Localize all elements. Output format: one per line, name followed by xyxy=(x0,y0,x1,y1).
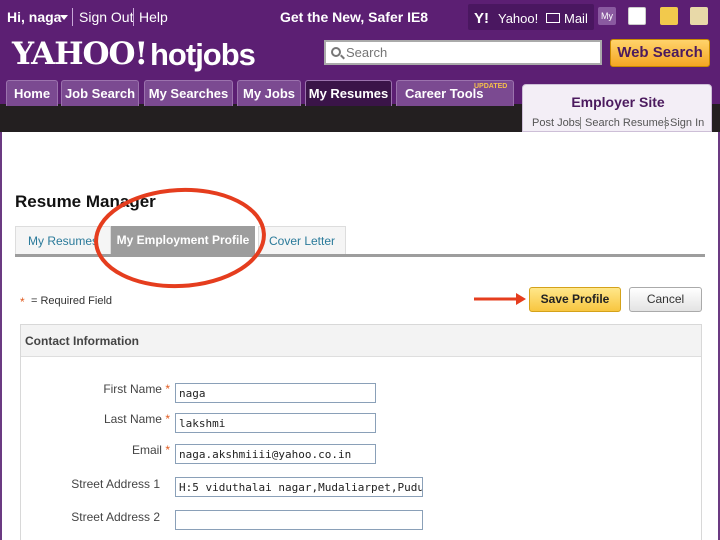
search-resumes-link[interactable]: Search Resumes xyxy=(585,117,669,129)
site-header: YAHOO! hotjobs Web Search xyxy=(0,34,720,76)
updated-badge: UPDATED xyxy=(474,83,508,90)
page-title: Resume Manager xyxy=(15,192,156,211)
tab-my-searches[interactable]: My Searches xyxy=(144,80,233,106)
street-address-1-label: Street Address 1 xyxy=(71,477,160,491)
page-border xyxy=(0,132,2,540)
tab-my-employment-profile[interactable]: My Employment Profile xyxy=(111,226,255,254)
first-name-label: First Name * xyxy=(103,382,170,396)
tab-career-tools-label: Career Tools xyxy=(405,86,484,101)
notepad-icon[interactable] xyxy=(660,7,678,25)
ie8-promo-link[interactable]: Get the New, Safer IE8 xyxy=(280,9,428,25)
search-icon xyxy=(331,47,341,57)
first-name-label-text: First Name xyxy=(103,382,162,396)
last-name-label-text: Last Name xyxy=(103,412,162,426)
street-address-2-label: Street Address 2 xyxy=(71,510,160,524)
top-utility-bar: Hi, naga Sign Out Help Get the New, Safe… xyxy=(0,0,720,34)
tab-job-search[interactable]: Job Search xyxy=(61,80,139,106)
thumbs-up-icon[interactable] xyxy=(690,7,708,25)
tab-divider xyxy=(15,254,705,257)
tab-my-resumes-sub[interactable]: My Resumes xyxy=(15,226,111,254)
email-label-text: Email xyxy=(131,443,162,457)
section-header: Contact Information xyxy=(21,325,701,357)
employer-site-link[interactable]: Employer Site xyxy=(523,94,713,110)
sign-in-link[interactable]: Sign In xyxy=(670,117,704,129)
mail-icon xyxy=(546,13,560,23)
employer-site-panel: Employer Site Post Jobs Search Resumes S… xyxy=(522,84,712,132)
annotation-arrow-head xyxy=(516,293,526,305)
web-search-button[interactable]: Web Search xyxy=(610,39,710,67)
yahoo-link[interactable]: Yahoo! xyxy=(498,11,538,26)
hotjobs-logo[interactable]: hotjobs xyxy=(150,37,256,73)
required-asterisk: * xyxy=(20,295,25,309)
greeting-menu[interactable]: Hi, naga xyxy=(7,9,61,25)
email-label: Email * xyxy=(131,443,170,457)
divider xyxy=(72,8,73,26)
save-profile-button[interactable]: Save Profile xyxy=(529,287,621,312)
last-name-field[interactable]: lakshmi xyxy=(175,413,376,433)
tab-my-resumes[interactable]: My Resumes xyxy=(305,80,392,106)
help-link[interactable]: Help xyxy=(139,9,168,25)
street-address-1-field[interactable]: H:5 viduthalai nagar,Mudaliarpet,Puduche… xyxy=(175,477,423,497)
mail-link[interactable]: Mail xyxy=(564,11,588,26)
last-name-label: Last Name * xyxy=(103,412,170,426)
my-yahoo-icon[interactable]: My xyxy=(598,7,616,25)
cancel-button[interactable]: Cancel xyxy=(629,287,702,312)
sign-out-link[interactable]: Sign Out xyxy=(79,9,133,25)
email-field[interactable]: naga.akshmiiii@yahoo.co.in xyxy=(175,444,376,464)
tab-cover-letter[interactable]: Cover Letter xyxy=(258,226,346,254)
section-title: Contact Information xyxy=(25,334,139,348)
street-address-2-field[interactable] xyxy=(175,510,423,530)
tab-my-jobs[interactable]: My Jobs xyxy=(237,80,301,106)
yahoo-logo[interactable]: YAHOO! xyxy=(12,36,148,72)
divider xyxy=(580,117,581,129)
first-name-field[interactable]: naga xyxy=(175,383,376,403)
required-field-note: = Required Field xyxy=(31,295,113,307)
yahoo-mail-links: Y! Yahoo! Mail xyxy=(468,4,594,30)
calendar-icon[interactable] xyxy=(628,7,646,25)
yahoo-icon: Y! xyxy=(474,10,489,27)
divider xyxy=(665,117,666,129)
tab-home[interactable]: Home xyxy=(6,80,58,106)
search-input[interactable] xyxy=(324,40,602,65)
post-jobs-link[interactable]: Post Jobs xyxy=(532,117,580,129)
divider xyxy=(133,8,134,26)
chevron-down-icon[interactable] xyxy=(60,15,68,20)
